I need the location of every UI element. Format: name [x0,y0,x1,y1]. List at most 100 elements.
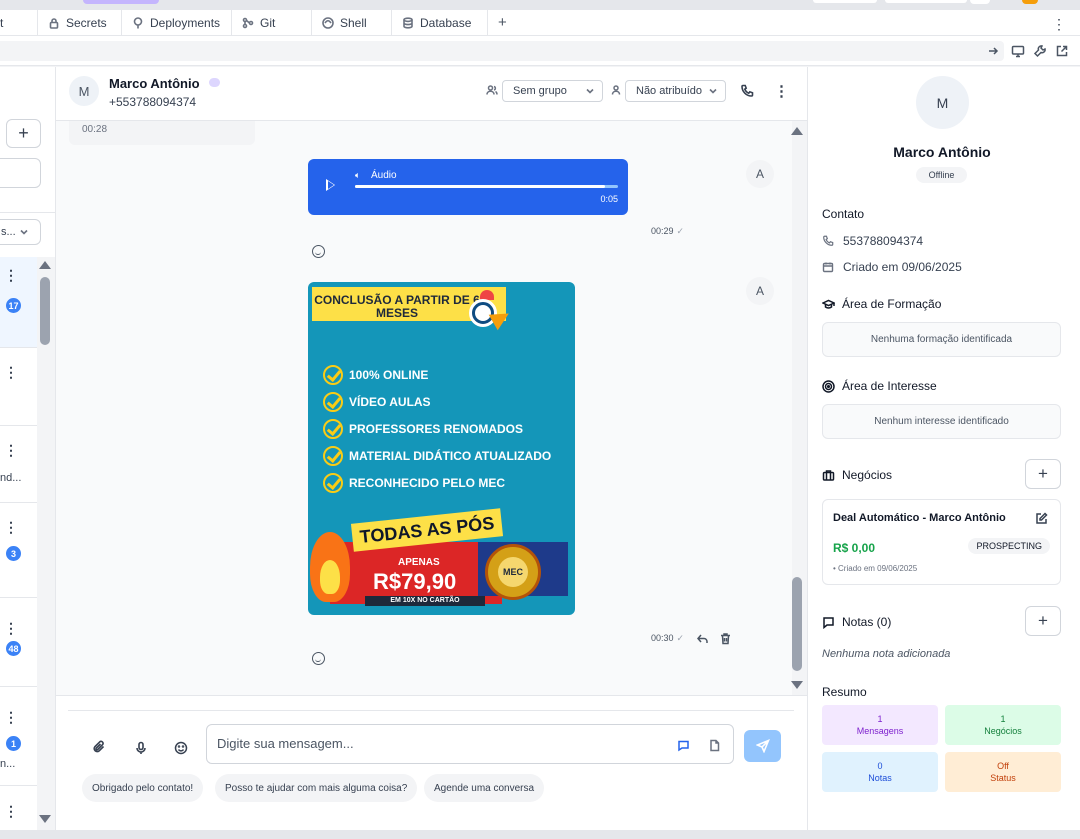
conversation-item[interactable]: ⋮ 48 [0,598,37,687]
summary-stat-tile: Off Status [945,752,1061,792]
summary-stat-label: Notas [868,773,892,783]
scroll-down-icon[interactable] [39,815,51,823]
add-note-button[interactable]: + [1025,606,1061,636]
conversation-list-scrollbar[interactable] [37,257,55,830]
message-time: 00:29 [651,226,674,236]
note-icon [823,616,834,629]
new-tab-button[interactable]: + [488,10,517,36]
active-pill[interactable] [83,0,159,4]
tab-label: Shell [340,15,367,30]
kebab-menu-icon[interactable]: ⋮ [4,519,18,536]
kebab-menu-icon[interactable]: ⋮ [4,709,18,726]
tab-database[interactable]: Database [392,9,488,36]
audio-progress-bar[interactable] [355,185,618,188]
trash-icon[interactable] [719,632,732,645]
kebab-menu-icon[interactable]: ⋮ [4,620,18,637]
image-message[interactable]: CONCLUSÃO A PARTIR DE 6 MESES 100% ONLIN… [308,282,575,615]
url-field[interactable] [0,41,1004,61]
search-input[interactable] [0,158,41,188]
formation-empty-state: Nenhuma formação identificada [822,322,1061,357]
kebab-menu-icon[interactable]: ⋮ [4,442,18,459]
deal-card[interactable]: Deal Automático - Marco Antônio R$ 0,00 … [822,499,1061,585]
tab-secrets[interactable]: Secrets [38,9,122,36]
contact-avatar[interactable]: M [69,76,99,106]
deals-section-title: Negócios [822,468,892,482]
send-button[interactable] [744,730,781,762]
phone-icon[interactable] [740,84,754,98]
agent-avatar: A [746,160,774,188]
tab-partial[interactable]: t [0,9,38,36]
benefit-item: 100% ONLINE [323,361,551,388]
emoji-icon[interactable] [174,741,188,755]
microphone-icon[interactable] [135,741,147,755]
top-button-1[interactable] [812,0,878,4]
benefit-text: RECONHECIDO PELO MEC [349,476,506,491]
add-deal-button[interactable]: + [1025,459,1061,489]
tab-git[interactable]: Git [232,9,312,36]
conversation-item[interactable]: ⋮ 3 [0,503,37,598]
assignee-select[interactable]: Não atribuído [625,80,726,102]
new-conversation-button[interactable]: + [6,119,41,148]
quick-reply-chip[interactable]: Obrigado pelo contato! [82,774,204,802]
checkmark-icon [323,364,343,385]
chat-bubble-icon [209,78,220,87]
message-list-scrollbar[interactable] [791,121,807,695]
status-filter-select[interactable]: s... [0,219,41,245]
chevron-down-icon [586,88,594,94]
edit-icon[interactable] [1035,512,1048,525]
contact-phone: +553788094374 [109,95,197,109]
chevron-down-icon [20,229,28,235]
paperclip-icon[interactable] [92,740,106,754]
conversation-item[interactable]: ⋮ [0,348,37,426]
check-icon: ✓ [676,633,685,643]
tab-label: Secrets [66,15,107,30]
arrow-right-icon[interactable] [986,44,1000,58]
conversation-item[interactable]: ⋮ nd... [0,426,37,503]
external-link-icon[interactable] [1055,44,1069,58]
conversation-item[interactable]: ⋮ 17 [0,257,37,348]
deal-created: • Criado em 09/06/2025 [833,564,918,573]
scrollbar-thumb[interactable] [792,577,802,671]
deal-title: Deal Automático - Marco Antônio [833,512,1006,524]
quick-reply-chip[interactable]: Posso te ajudar com mais alguma coisa? [215,774,418,802]
scrollbar-thumb[interactable] [40,277,50,345]
message-input[interactable] [217,736,657,751]
more-options-icon[interactable]: ⋮ [774,82,789,100]
kebab-menu-icon[interactable]: ⋮ [4,267,18,284]
emoji-react-icon[interactable] [312,245,325,258]
scroll-down-icon[interactable] [791,681,803,689]
conversation-item[interactable]: ⋮ [0,786,37,830]
summary-stat-label: Negócios [984,726,1022,736]
quick-reply-chip[interactable]: Agende uma conversa [424,774,545,802]
interest-title: Área de Interesse [842,379,937,393]
file-icon[interactable] [708,739,721,752]
checkmark-icon [323,391,343,412]
scroll-up-icon[interactable] [791,127,803,135]
fire-graphic [310,532,350,602]
top-button-2[interactable] [884,0,968,4]
group-select[interactable]: Sem grupo [502,80,603,102]
kebab-menu-icon[interactable]: ⋮ [4,364,18,381]
contact-details-panel: M Marco Antônio Offline Contato 55378809… [807,67,1080,830]
browser-top-strip [0,0,1080,10]
conversation-item[interactable]: ⋮ 1 n... [0,687,37,786]
audio-progress-fill [355,185,605,188]
kebab-menu-icon[interactable]: ⋮ [4,803,18,820]
status-badge: Offline [916,167,967,183]
tab-shell[interactable]: Shell [312,9,392,36]
benefit-item: MATERIAL DIDÁTICO ATUALIZADO [323,443,551,470]
top-button-3[interactable] [970,0,990,4]
user-avatar[interactable] [1022,0,1038,4]
wrench-icon[interactable] [1033,44,1047,58]
message-template-icon[interactable] [677,739,690,752]
formation-title: Área de Formação [842,297,942,311]
tab-deployments[interactable]: Deployments [122,9,232,36]
workspace-tab-bar: t Secrets Deployments Git Shell Database… [0,9,1080,36]
scroll-up-icon[interactable] [39,261,51,269]
emoji-react-icon[interactable] [312,652,325,665]
check-icon: ✓ [676,226,685,236]
kebab-menu-icon[interactable]: ⋮ [1052,16,1066,33]
summary-title: Resumo [822,685,867,699]
monitor-icon[interactable] [1011,44,1025,58]
reply-icon[interactable] [696,632,709,645]
